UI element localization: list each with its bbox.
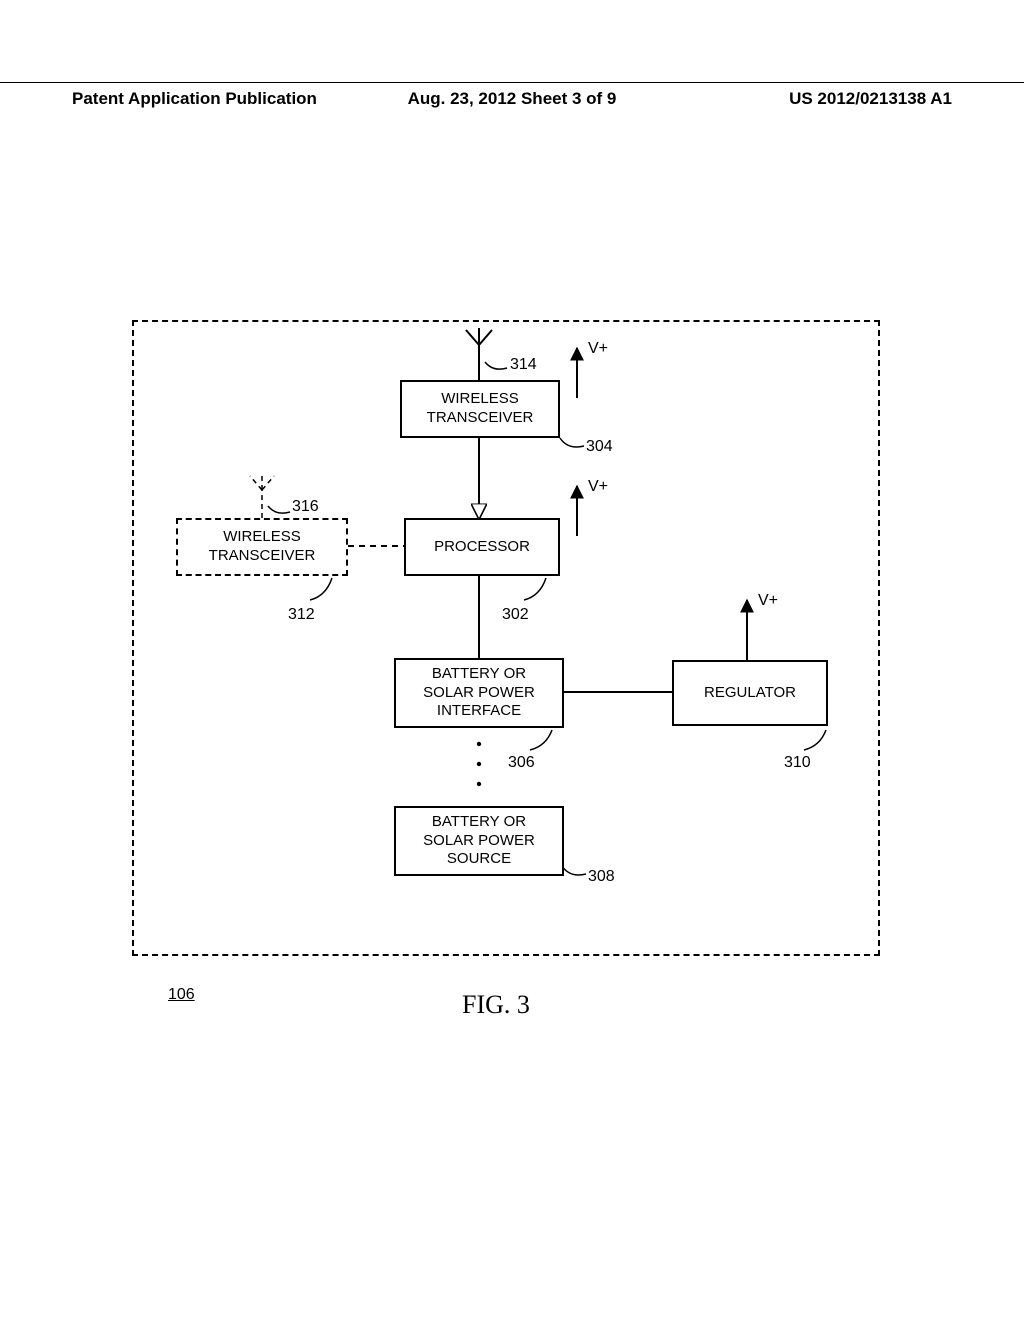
ref-316: 316 xyxy=(292,498,319,516)
ref-310: 310 xyxy=(784,754,811,772)
label-vplus-1: V+ xyxy=(588,340,608,358)
page-header: Patent Application Publication Aug. 23, … xyxy=(0,82,1024,109)
block-power-interface: BATTERY OR SOLAR POWER INTERFACE xyxy=(394,658,564,728)
block-label: BATTERY OR SOLAR POWER SOURCE xyxy=(423,813,535,869)
ref-308: 308 xyxy=(588,868,615,886)
label-vplus-2: V+ xyxy=(588,478,608,496)
block-label: PROCESSOR xyxy=(434,538,530,557)
block-wireless-transceiver-2: WIRELESS TRANSCEIVER xyxy=(176,518,348,576)
ref-314: 314 xyxy=(510,356,537,374)
header-mid: Aug. 23, 2012 Sheet 3 of 9 xyxy=(365,89,658,109)
block-processor: PROCESSOR xyxy=(404,518,560,576)
block-label: WIRELESS TRANSCEIVER xyxy=(209,528,316,566)
header-right: US 2012/0213138 A1 xyxy=(659,89,952,109)
diagram-canvas: WIRELESS TRANSCEIVER WIRELESS TRANSCEIVE… xyxy=(132,320,880,980)
label-vplus-3: V+ xyxy=(758,592,778,610)
ref-302: 302 xyxy=(502,606,529,624)
ref-306: 306 xyxy=(508,754,535,772)
block-power-source: BATTERY OR SOLAR POWER SOURCE xyxy=(394,806,564,876)
block-label: REGULATOR xyxy=(704,684,796,703)
header-left: Patent Application Publication xyxy=(72,89,365,109)
ref-312: 312 xyxy=(288,606,315,624)
block-wireless-transceiver-1: WIRELESS TRANSCEIVER xyxy=(400,380,560,438)
block-regulator: REGULATOR xyxy=(672,660,828,726)
ref-304: 304 xyxy=(586,438,613,456)
figure-caption: FIG. 3 xyxy=(462,990,530,1020)
block-label: WIRELESS TRANSCEIVER xyxy=(427,390,534,428)
block-label: BATTERY OR SOLAR POWER INTERFACE xyxy=(423,665,535,721)
ref-106: 106 xyxy=(168,986,195,1004)
